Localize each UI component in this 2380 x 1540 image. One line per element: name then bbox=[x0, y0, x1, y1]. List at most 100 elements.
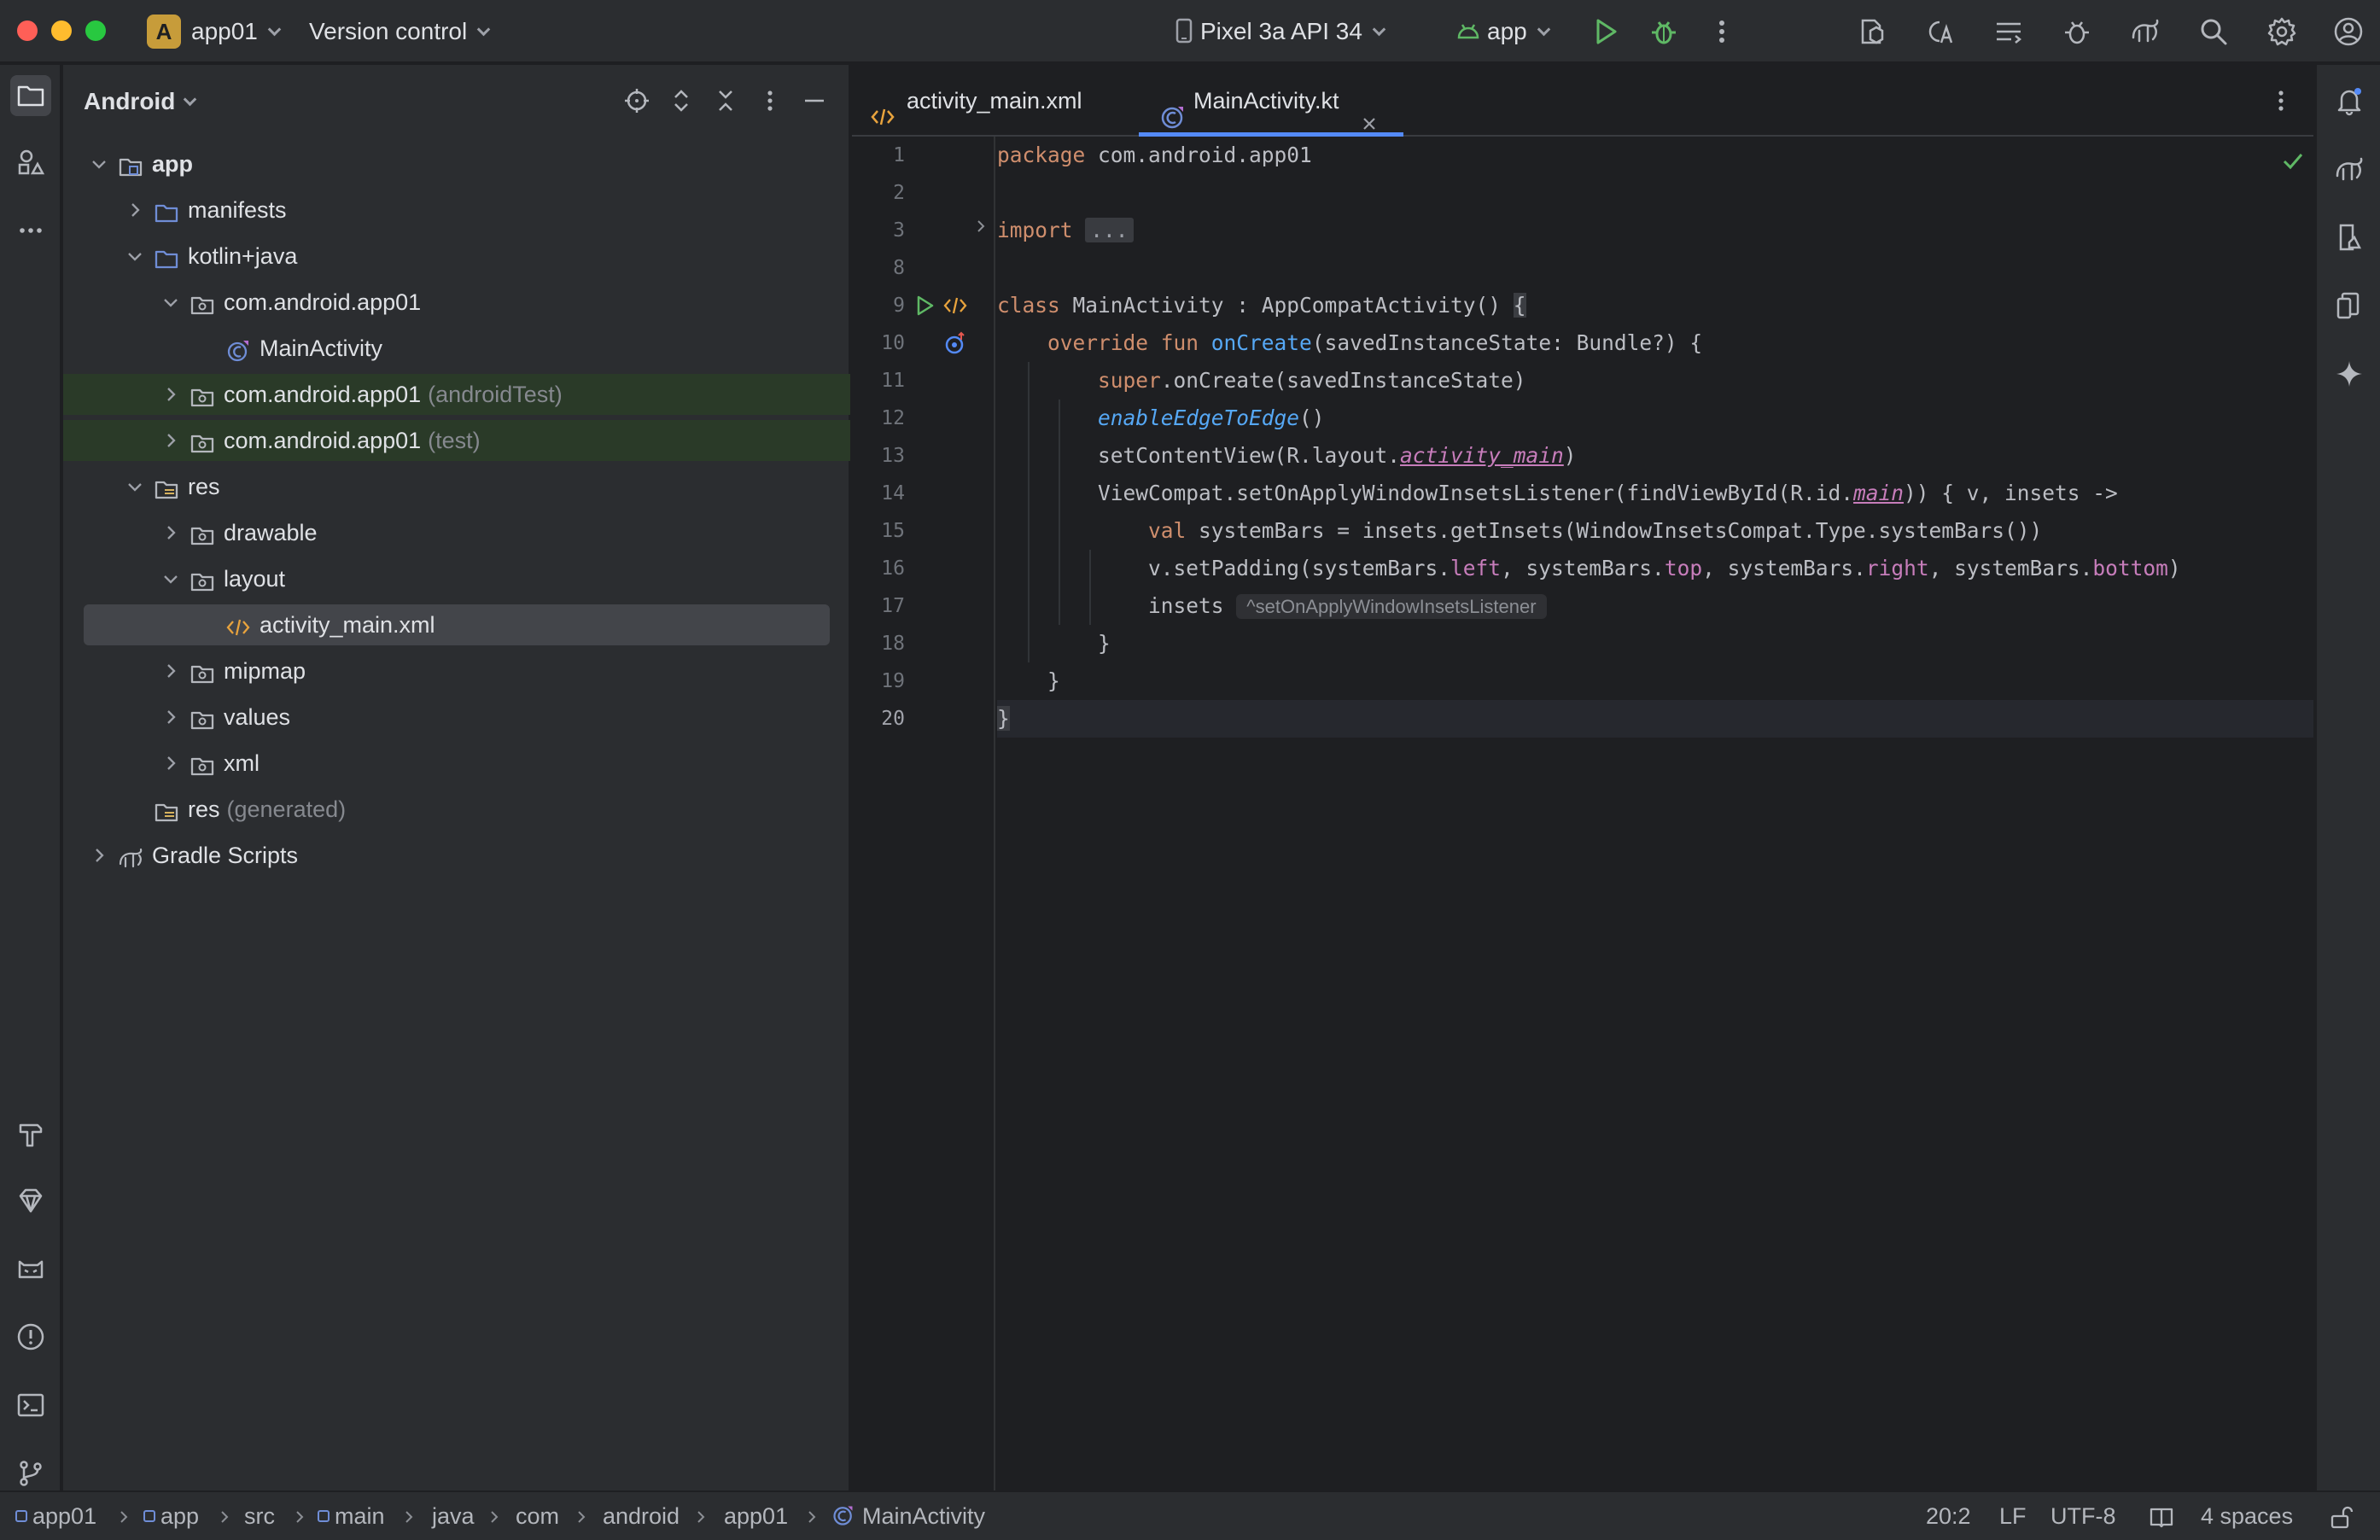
tree-item-com-android-app01-test[interactable]: com.android.app01 (test) bbox=[63, 420, 850, 461]
chevron-down-icon[interactable] bbox=[87, 143, 111, 184]
breadcrumb-item[interactable]: java bbox=[432, 1492, 475, 1540]
chevron-right-icon[interactable] bbox=[159, 512, 183, 553]
code-token: import bbox=[997, 218, 1073, 242]
debug-button[interactable] bbox=[1646, 14, 1682, 50]
indent-setting[interactable]: 4 spaces bbox=[2201, 1492, 2293, 1540]
notifications-button[interactable] bbox=[2329, 80, 2370, 121]
close-tab-button[interactable] bbox=[1359, 90, 1380, 130]
breadcrumb-item[interactable]: app01 bbox=[15, 1492, 96, 1540]
reader-mode-button[interactable] bbox=[2148, 1503, 2175, 1531]
tree-item-activity-main-xml[interactable]: activity_main.xml bbox=[84, 604, 830, 645]
cursor-position[interactable]: 20:2 bbox=[1926, 1492, 1971, 1540]
folded-region[interactable]: ... bbox=[1085, 218, 1134, 242]
hide-panel-button[interactable] bbox=[797, 84, 831, 118]
translations-button[interactable] bbox=[1922, 14, 1958, 50]
more-actions-button[interactable] bbox=[1704, 14, 1740, 50]
terminal-button[interactable] bbox=[10, 1385, 51, 1426]
attach-debugger-button[interactable] bbox=[2059, 14, 2095, 50]
project-view-label: Android bbox=[84, 88, 176, 114]
line-number: 9 bbox=[893, 295, 905, 317]
code-area[interactable]: package com.android.app01 import ... cla… bbox=[997, 137, 2313, 1490]
breadcrumb-item[interactable]: src bbox=[244, 1492, 275, 1540]
chevron-right-icon[interactable] bbox=[123, 190, 147, 230]
tree-item-text: MainActivity bbox=[260, 335, 383, 361]
project-tool-button[interactable] bbox=[10, 75, 51, 116]
chevron-right-icon[interactable] bbox=[87, 835, 111, 876]
locate-file-button[interactable] bbox=[620, 84, 654, 118]
tree-item-res-generated[interactable]: res (generated) bbox=[63, 789, 850, 830]
chevron-right-icon[interactable] bbox=[159, 743, 183, 784]
collapse-all-button[interactable] bbox=[709, 84, 743, 118]
code-token: ) bbox=[1563, 443, 1577, 468]
breadcrumb-item[interactable]: MainActivity bbox=[831, 1492, 985, 1540]
run-config-selector[interactable]: app bbox=[1456, 17, 1550, 46]
file-lock-button[interactable] bbox=[2327, 1503, 2354, 1531]
running-devices-button[interactable] bbox=[2329, 285, 2370, 326]
chevron-right-icon[interactable] bbox=[159, 650, 183, 691]
fold-import-button[interactable] bbox=[973, 218, 989, 235]
tab-mainactivity-kt[interactable]: MainActivity.kt bbox=[1139, 65, 1403, 137]
gradle-button[interactable] bbox=[2127, 14, 2163, 50]
search-button[interactable] bbox=[2196, 14, 2231, 50]
vcs-menu[interactable]: Version control bbox=[309, 17, 491, 46]
resource-manager-button[interactable] bbox=[10, 142, 51, 183]
tab-options-button[interactable] bbox=[2264, 84, 2298, 118]
chevron-right-icon[interactable] bbox=[159, 374, 183, 415]
tab-activity-main-xml[interactable]: activity_main.xml bbox=[869, 65, 1151, 137]
chevron-down-icon[interactable] bbox=[159, 282, 183, 323]
tree-item-app[interactable]: app bbox=[63, 143, 850, 184]
gemini-button[interactable] bbox=[2329, 353, 2370, 394]
tree-item-gradle-scripts[interactable]: Gradle Scripts bbox=[63, 835, 850, 876]
window-minimize-button[interactable] bbox=[51, 20, 72, 41]
account-button[interactable] bbox=[2330, 14, 2366, 50]
build-button[interactable] bbox=[10, 1113, 51, 1154]
settings-button[interactable] bbox=[2264, 14, 2300, 50]
tree-item-com-android-app01-androidtest[interactable]: com.android.app01 (androidTest) bbox=[63, 374, 850, 415]
chevron-right-icon[interactable] bbox=[159, 697, 183, 738]
breadcrumb-item[interactable]: android bbox=[603, 1492, 680, 1540]
panel-options-button[interactable] bbox=[753, 84, 787, 118]
line-separator[interactable]: LF bbox=[1999, 1492, 2027, 1540]
no-problems-indicator[interactable] bbox=[2279, 147, 2307, 174]
app-quality-insights-button[interactable] bbox=[10, 1180, 51, 1221]
sync-project-button[interactable] bbox=[1854, 14, 1890, 50]
breadcrumb-item[interactable]: main bbox=[318, 1492, 385, 1540]
window-close-button[interactable] bbox=[17, 20, 38, 41]
file-encoding[interactable]: UTF-8 bbox=[2050, 1492, 2116, 1540]
chevron-right-icon[interactable] bbox=[159, 420, 183, 461]
window-maximize-button[interactable] bbox=[85, 20, 106, 41]
tree-item-values[interactable]: values bbox=[63, 697, 850, 738]
problems-button[interactable] bbox=[10, 1316, 51, 1357]
code-token: } bbox=[1047, 668, 1060, 693]
project-selector[interactable]: app01 bbox=[191, 17, 282, 46]
tree-item-com-android-app01[interactable]: com.android.app01 bbox=[63, 282, 850, 323]
tree-item-mainactivity[interactable]: MainActivity bbox=[63, 328, 850, 369]
tree-item-res[interactable]: res bbox=[63, 466, 850, 507]
tree-item-xml[interactable]: xml bbox=[63, 743, 850, 784]
tree-item-layout[interactable]: layout bbox=[63, 558, 850, 599]
tree-item-manifests[interactable]: manifests bbox=[63, 190, 850, 230]
tree-item-kotlin-java[interactable]: kotlin+java bbox=[63, 236, 850, 277]
chevron-down-icon[interactable] bbox=[123, 466, 147, 507]
logcat-button[interactable] bbox=[1991, 14, 2027, 50]
device-selector[interactable]: Pixel 3a API 34 bbox=[1175, 17, 1386, 46]
override-marker-button[interactable] bbox=[942, 330, 968, 356]
expand-all-button[interactable] bbox=[664, 84, 698, 118]
project-view-selector[interactable]: Android bbox=[84, 87, 197, 116]
chevron-down-icon[interactable] bbox=[159, 558, 183, 599]
breadcrumb-item[interactable]: app01 bbox=[724, 1492, 788, 1540]
tree-item-mipmap[interactable]: mipmap bbox=[63, 650, 850, 691]
gradle-tool-button[interactable] bbox=[2329, 149, 2370, 190]
run-class-button[interactable] bbox=[912, 293, 937, 318]
logcat-tool-button[interactable] bbox=[10, 1248, 51, 1289]
chevron-down-icon[interactable] bbox=[123, 236, 147, 277]
related-layout-button[interactable] bbox=[942, 293, 968, 318]
device-manager-button[interactable] bbox=[2329, 217, 2370, 258]
project-badge[interactable]: A bbox=[147, 15, 181, 49]
version-control-button[interactable] bbox=[10, 1453, 51, 1494]
more-tools-button[interactable] bbox=[10, 210, 51, 251]
breadcrumb-item[interactable]: com bbox=[516, 1492, 559, 1540]
breadcrumb-item[interactable]: app bbox=[143, 1492, 199, 1540]
tree-item-drawable[interactable]: drawable bbox=[63, 512, 850, 553]
run-button[interactable] bbox=[1588, 14, 1624, 50]
